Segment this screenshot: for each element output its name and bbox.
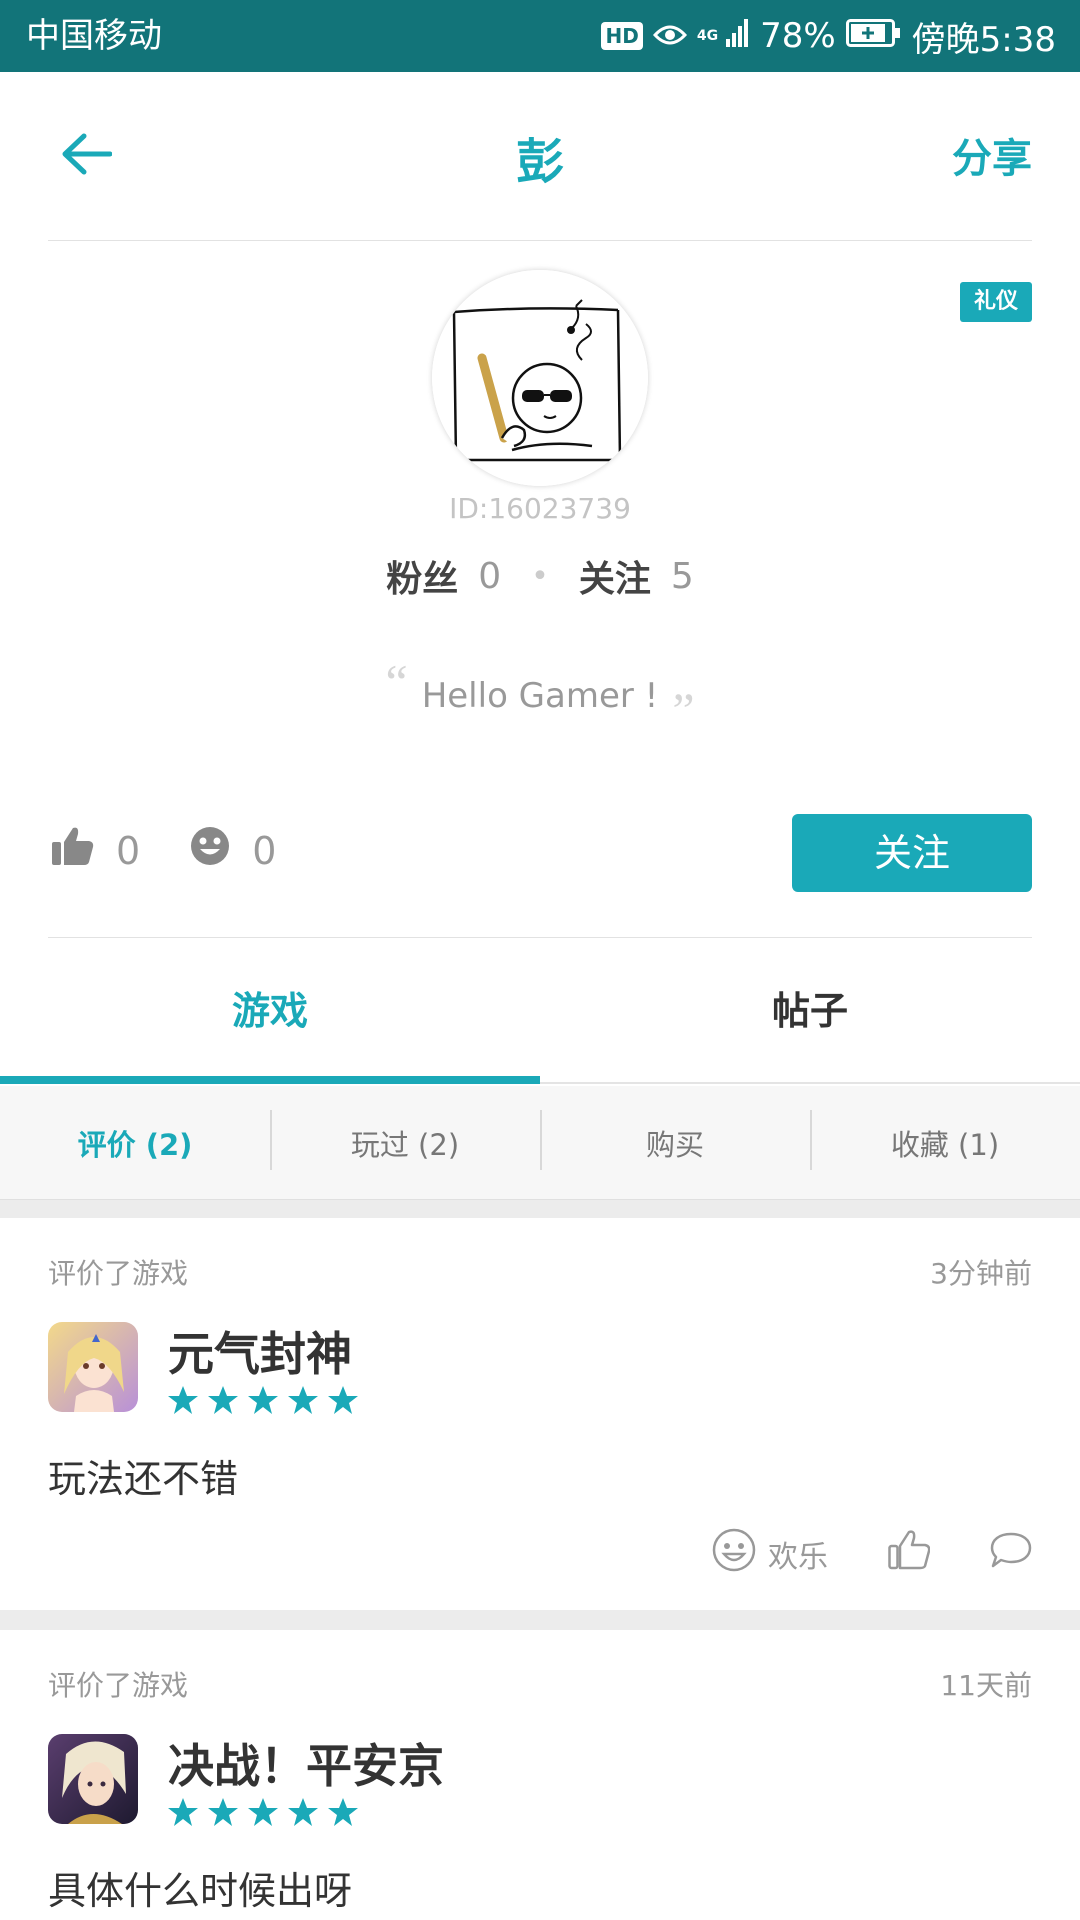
etiquette-badge[interactable]: 礼仪 — [960, 282, 1032, 322]
signal-icon — [726, 16, 750, 56]
fun-count: 0 — [252, 828, 277, 873]
clock: 傍晚5:38 — [911, 19, 1056, 60]
fans-label: 粉丝 — [386, 559, 459, 600]
star-icon — [288, 1798, 318, 1830]
top-nav-bar: 彭 分享 — [0, 72, 1080, 240]
fans-stat[interactable]: 粉丝 0 — [386, 550, 501, 602]
subtab-purchased[interactable]: 购买 — [540, 1109, 810, 1170]
following-stat[interactable]: 关注 5 — [579, 550, 694, 602]
game-icon[interactable] — [48, 1734, 138, 1824]
review-card[interactable]: 评价了游戏 3分钟前 元气封神 玩法还不错 欢乐 — [0, 1218, 1080, 1610]
separator-dot: • — [531, 558, 549, 594]
open-quote-mark: “ — [385, 654, 408, 710]
star-icon — [168, 1386, 198, 1418]
star-icon — [288, 1386, 318, 1418]
page-title: 彭 — [515, 134, 564, 190]
game-name[interactable]: 元气封神 — [168, 1318, 352, 1384]
rating-stars — [168, 1386, 358, 1418]
subtab-favorites[interactable]: 收藏 (1) — [810, 1109, 1080, 1170]
review-time: 3分钟前 — [930, 1257, 1032, 1290]
signature: “ Hello Gamer ! ” — [0, 654, 1080, 738]
fun-counter[interactable]: 0 — [190, 826, 276, 875]
network-type: 4G — [696, 28, 719, 44]
review-meta: 评价了游戏 — [48, 1669, 189, 1702]
star-icon — [248, 1798, 278, 1830]
follow-button[interactable]: 关注 — [792, 814, 1032, 892]
review-meta: 评价了游戏 — [48, 1257, 189, 1290]
subtab-played[interactable]: 玩过 (2) — [270, 1109, 540, 1170]
main-tabs: 游戏 帖子 — [0, 938, 1080, 1084]
star-icon — [168, 1798, 198, 1830]
fun-reaction-label: 欢乐 — [768, 1540, 828, 1575]
review-text: 具体什么时候出呀 — [48, 1869, 353, 1913]
profile-reactions: 0 0 — [52, 826, 326, 875]
share-button[interactable]: 分享 — [952, 126, 1032, 184]
section-gap — [0, 1200, 1080, 1218]
like-button[interactable] — [888, 1530, 931, 1578]
star-icon — [248, 1386, 278, 1418]
star-icon — [328, 1386, 358, 1418]
review-text: 玩法还不错 — [48, 1457, 239, 1501]
avatar[interactable] — [432, 270, 648, 486]
sub-tabs: 评价 (2) 玩过 (2) 购买 收藏 (1) — [0, 1086, 1080, 1200]
star-icon — [208, 1386, 238, 1418]
tab-games[interactable]: 游戏 — [0, 938, 540, 1084]
close-quote-mark: ” — [672, 682, 695, 738]
star-icon — [208, 1798, 238, 1830]
tab-posts[interactable]: 帖子 — [540, 938, 1080, 1082]
thumb-up-icon — [52, 826, 94, 875]
comment-button[interactable] — [990, 1532, 1032, 1576]
status-bar: 中国移动 HD 4G 78% 傍晚5:38 — [0, 0, 1080, 72]
battery-percent: 78% — [760, 16, 836, 56]
like-counter[interactable]: 0 — [52, 826, 140, 875]
user-id: ID:16023739 — [449, 492, 631, 525]
following-count: 5 — [670, 555, 694, 597]
thumb-up-outline-icon — [888, 1530, 931, 1578]
smiley-icon — [190, 826, 230, 875]
carrier-name: 中国移动 — [26, 16, 162, 56]
eye-icon — [652, 16, 687, 56]
game-name[interactable]: 决战！平安京 — [168, 1730, 444, 1796]
star-icon — [328, 1798, 358, 1830]
review-time: 11天前 — [940, 1669, 1032, 1702]
like-count: 0 — [116, 828, 141, 873]
follow-stats: 粉丝 0 • 关注 5 — [0, 550, 1080, 602]
signature-text: Hello Gamer ! — [421, 676, 659, 716]
divider — [48, 240, 1032, 241]
battery-icon — [845, 16, 902, 56]
status-icons: HD 4G 78% 傍晚5:38 — [601, 0, 1056, 72]
subtab-reviews[interactable]: 评价 (2) — [0, 1122, 270, 1164]
fun-reaction-button[interactable]: 欢乐 — [712, 1528, 828, 1580]
following-label: 关注 — [578, 559, 651, 600]
hd-badge: HD — [601, 22, 643, 50]
rating-stars — [168, 1798, 358, 1830]
game-icon[interactable] — [48, 1322, 138, 1412]
section-gap — [0, 1610, 1080, 1630]
smiley-outline-icon — [712, 1528, 756, 1580]
fans-count: 0 — [478, 555, 502, 597]
review-card[interactable]: 评价了游戏 11天前 决战！平安京 具体什么时候出呀 — [0, 1630, 1080, 1920]
chat-bubble-icon — [990, 1532, 1032, 1576]
review-actions: 欢乐 — [652, 1528, 1032, 1580]
